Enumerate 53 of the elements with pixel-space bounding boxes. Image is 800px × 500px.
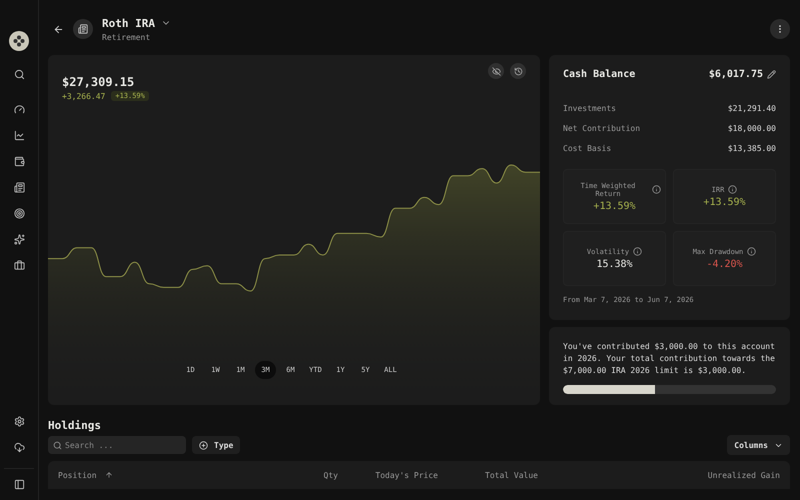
portfolio-value: $27,309.15 bbox=[62, 75, 136, 89]
sparkles-icon[interactable] bbox=[14, 234, 24, 245]
value-change: +3,266.47 bbox=[62, 92, 106, 100]
cloud-download-icon[interactable] bbox=[14, 442, 24, 453]
panel-toggle-icon[interactable] bbox=[4, 468, 34, 490]
account-type: Retirement bbox=[102, 32, 152, 42]
column-header[interactable]: Qty bbox=[278, 470, 348, 480]
holdings-title: Holdings bbox=[48, 419, 102, 432]
metric-value: 15.38% bbox=[596, 259, 633, 270]
metric-value: +13.59% bbox=[703, 197, 746, 208]
history-button[interactable] bbox=[510, 63, 526, 79]
account-avatar-icon bbox=[73, 19, 93, 39]
search-icon bbox=[53, 441, 62, 450]
wallet-icon[interactable] bbox=[14, 156, 24, 167]
eye-off-icon bbox=[492, 66, 500, 76]
newspaper-icon[interactable] bbox=[14, 182, 24, 193]
app-logo-icon[interactable] bbox=[9, 31, 29, 51]
target-icon[interactable] bbox=[14, 208, 24, 219]
sort-ascending-icon[interactable] bbox=[104, 471, 113, 479]
summary-label: Cost Basis bbox=[563, 144, 612, 153]
summary-label: Investments bbox=[563, 104, 616, 113]
columns-button[interactable]: Columns bbox=[727, 435, 790, 455]
settings-icon[interactable] bbox=[14, 416, 24, 427]
column-header[interactable]: Unrealized Gain bbox=[548, 470, 790, 480]
metric-value: +13.59% bbox=[593, 200, 636, 212]
line-chart-icon[interactable] bbox=[14, 130, 24, 141]
column-header[interactable]: Position bbox=[48, 470, 278, 480]
column-header[interactable]: Today's Price bbox=[348, 470, 448, 480]
info-icon[interactable] bbox=[747, 247, 756, 256]
cash-balance-title: Cash Balance bbox=[563, 69, 636, 80]
briefcase-icon[interactable] bbox=[14, 260, 24, 271]
metric-value: -4.20% bbox=[706, 259, 743, 270]
more-button[interactable] bbox=[770, 19, 790, 39]
hide-values-button[interactable] bbox=[488, 63, 504, 79]
type-filter-button[interactable]: Type bbox=[192, 436, 240, 454]
cash-balance-value: $6,017.75 bbox=[708, 69, 763, 80]
summary-value: $21,291.40 bbox=[728, 104, 776, 113]
info-icon[interactable] bbox=[652, 185, 661, 194]
info-icon[interactable] bbox=[728, 185, 738, 194]
account-name[interactable]: Roth IRA bbox=[102, 16, 155, 30]
search-field[interactable]: Search ... bbox=[48, 436, 186, 454]
contribution-text: You've contributed $3,000.00 to this account in 2026. Your total contribution towards the $7,000.00 IRA 2026 limit is $3,000.00. bbox=[563, 341, 776, 377]
edit-icon[interactable] bbox=[767, 70, 776, 79]
summary-value: $13,385.00 bbox=[728, 144, 776, 153]
back-icon[interactable] bbox=[53, 24, 64, 34]
column-header[interactable]: Total Value bbox=[448, 470, 548, 480]
summary-value: $18,000.00 bbox=[728, 124, 776, 133]
summary-label: Net Contribution bbox=[563, 124, 640, 133]
info-icon[interactable] bbox=[633, 247, 642, 256]
history-icon bbox=[514, 66, 522, 76]
search-icon[interactable] bbox=[14, 69, 24, 80]
gauge-icon[interactable] bbox=[14, 104, 24, 115]
plus-circle-icon bbox=[199, 440, 208, 450]
